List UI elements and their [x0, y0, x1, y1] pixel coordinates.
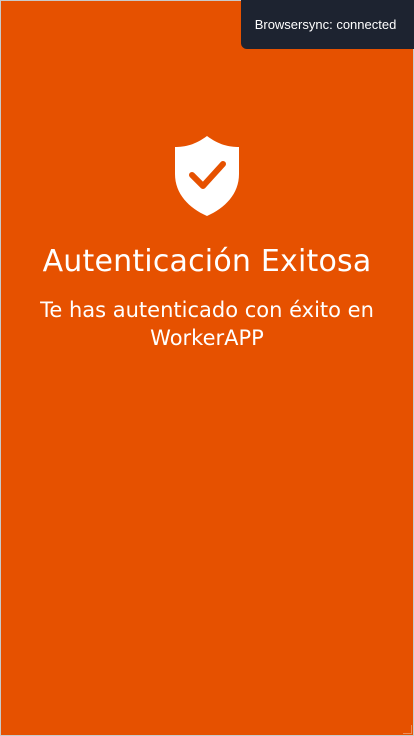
success-message: Te has autenticado con éxito en WorkerAP…	[40, 298, 374, 350]
app-frame	[0, 0, 414, 736]
success-panel: Autenticación Exitosa Te has autenticado…	[0, 136, 414, 352]
browsersync-notification: Browsersync: connected	[241, 0, 414, 49]
shield-check-icon	[175, 136, 239, 216]
page-title: Autenticación Exitosa	[42, 244, 372, 279]
resize-grip-icon[interactable]	[403, 725, 412, 734]
browsersync-notification-text: Browsersync: connected	[254, 17, 397, 32]
